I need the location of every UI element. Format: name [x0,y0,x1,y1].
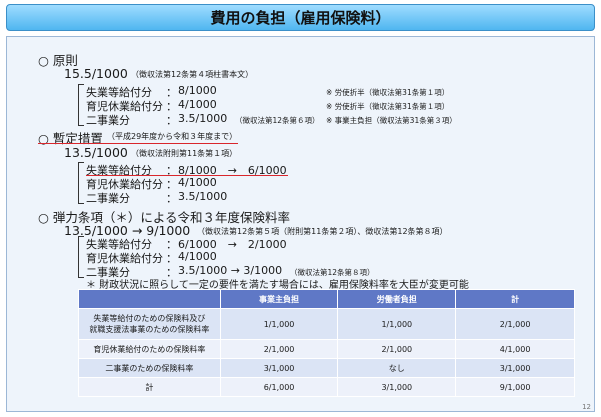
table-cell: 3/1,000 [337,377,457,397]
table-header-employer: 事業主負担 [219,289,339,309]
table-row: 育児休業給付のための保険料率 2/1,000 2/1,000 4/1,000 [78,339,575,359]
provisional-label-3: 二事業分 [86,192,130,205]
table-row-label-line1: 失業等給付のための保険料及び [93,314,206,323]
table-cell: 4/1,000 [455,339,575,359]
title-bar: 費用の負担（雇用保険料） [6,4,595,31]
principle-bracket [78,84,84,126]
page-title: 費用の負担（雇用保険料） [210,9,391,27]
provisional-colon-3: ： [166,192,177,205]
page-number: 12 [582,403,591,411]
premium-burden-table: 事業主負担 労働者負担 計 失業等給付のための保険料及び 就職支援法事業のための… [78,289,575,397]
principle-colon-3: ： [166,114,177,127]
table-cell: 2/1,000 [337,339,457,359]
principle-label-3: 二事業分 [86,114,130,127]
principle-note-1: ※ 労使折半（徴収法第31条第１項） [326,88,450,97]
table-header-worker: 労働者負担 [337,289,457,309]
table-header-row: 事業主負担 労働者負担 計 [78,289,575,309]
principle-note-2: ※ 労使折半（徴収法第31条第１項） [326,102,450,111]
table-row: 計 6/1,000 3/1,000 9/1,000 [78,377,575,397]
table-row-label: 育児休業給付のための保険料率 [78,339,221,359]
elastic-value-2: 4/1000 [178,250,217,263]
table-cell: 1/1,000 [219,308,339,340]
principle-note-3: ※ 事業主負担（徴収法第31条第３項） [326,116,457,125]
provisional-value-3: 3.5/1000 [178,190,228,203]
table-cell: 1/1,000 [337,308,457,340]
table-row: 二事業のための保険料率 3/1,000 なし 3/1,000 [78,358,575,378]
provisional-value-2: 4/1000 [178,176,217,189]
table-cell: 3/1,000 [455,358,575,378]
table-cell: 9/1,000 [455,377,575,397]
table-cell: 2/1,000 [455,308,575,340]
provisional-bracket [78,162,84,204]
provisional-heading-note: （平成29年度から令和３年度まで） [107,132,238,141]
principle-value-2: 4/1000 [178,98,217,111]
table-cell: 6/1,000 [219,377,339,397]
provisional-rate-note: （徴収法附則第11条第１項） [131,149,238,158]
table-header-total: 計 [455,289,575,309]
table-row: 失業等給付のための保険料及び 就職支援法事業のための保険料率 1/1,000 1… [78,308,575,340]
table-cell: 3/1,000 [219,358,339,378]
provisional-rate: 13.5/1000 [64,145,128,160]
principle-rate-note: （徴収法第12条第４項柱書本文） [131,70,254,79]
principle-rate: 15.5/1000 [64,66,128,81]
table-row-label-line2: 就職支援法事業のための保険料率 [89,325,210,334]
table-cell: 2/1,000 [219,339,339,359]
provisional-underline [38,143,238,144]
table-row-label: 二事業のための保険料率 [78,358,221,378]
table-cell: なし [337,358,457,378]
table-row-label: 失業等給付のための保険料及び 就職支援法事業のための保険料率 [78,308,221,340]
principle-note-inline-3: （徴収法第12条第６項） [235,116,320,125]
table-header-blank [78,289,221,309]
elastic-bracket [78,236,84,278]
table-row-label: 計 [78,377,221,397]
principle-value-1: 8/1000 [178,84,217,97]
principle-value-3: 3.5/1000 [178,112,228,125]
